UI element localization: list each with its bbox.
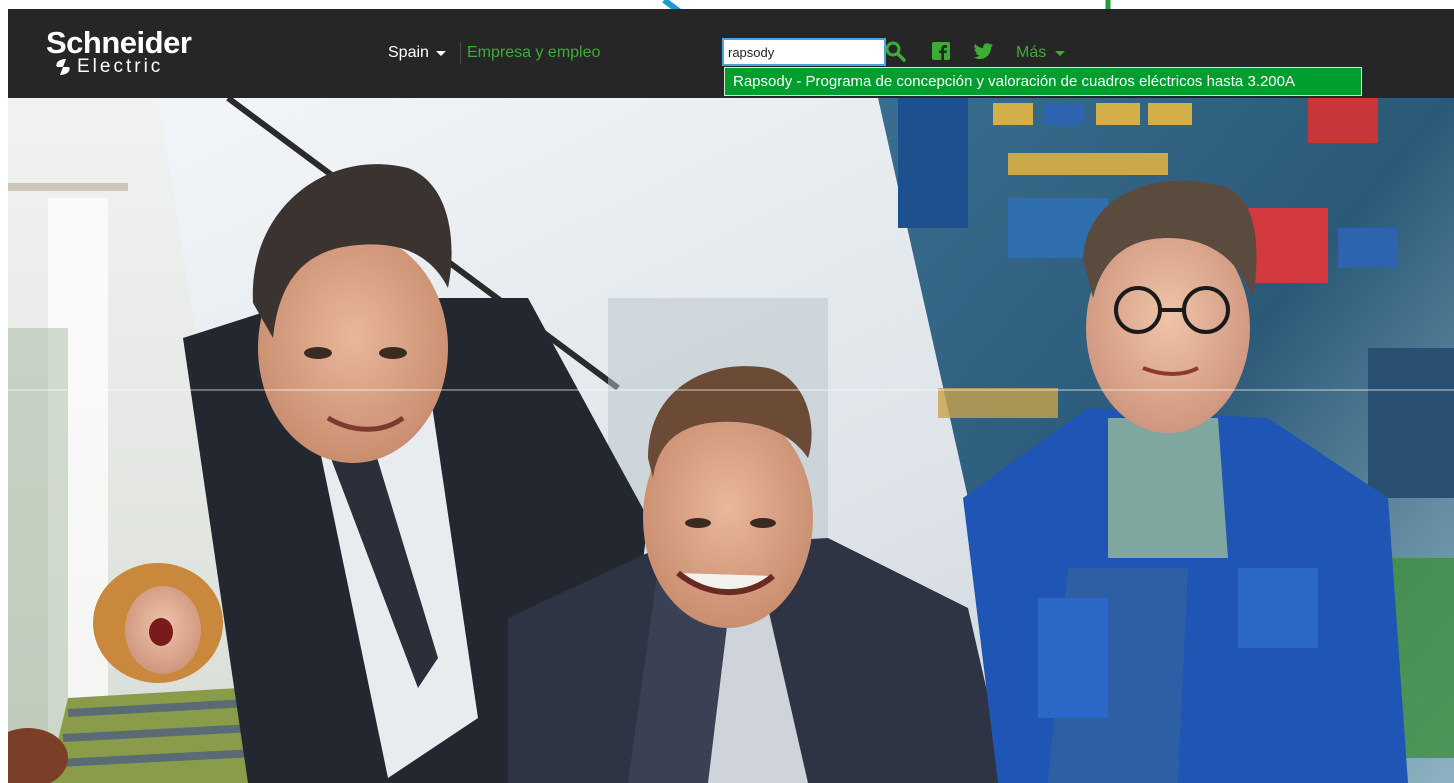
search-icon <box>885 41 906 62</box>
logo-subline: Electric <box>52 57 163 77</box>
twitter-icon <box>974 43 993 59</box>
logo-wordmark: Schneider <box>46 25 192 60</box>
site-header: Schneider Electric Spain Empresa y emple… <box>8 9 1454 98</box>
hero-banner <box>8 98 1454 783</box>
business-employment-link[interactable]: Empresa y empleo <box>467 44 600 62</box>
hero-photo <box>8 98 1454 783</box>
schneider-logo[interactable]: Schneider Electric <box>46 25 192 77</box>
logo-subline-text: Electric <box>77 56 164 77</box>
chevron-down-icon <box>1055 50 1066 56</box>
search-button[interactable] <box>882 38 908 64</box>
chevron-down-icon <box>435 50 446 56</box>
nav-divider <box>460 42 461 64</box>
search-input[interactable] <box>722 38 886 66</box>
facebook-button[interactable] <box>928 38 954 64</box>
more-menu-label: Más <box>1016 44 1047 61</box>
more-menu[interactable]: Más <box>1016 44 1066 62</box>
country-selector[interactable]: Spain <box>388 44 446 62</box>
twitter-button[interactable] <box>971 38 997 64</box>
top-margin <box>0 0 1454 9</box>
facebook-icon <box>932 42 950 60</box>
search-suggestion-item[interactable]: Rapsody - Programa de concepción y valor… <box>724 67 1362 96</box>
country-label: Spain <box>388 44 429 61</box>
logo-glyph-icon <box>52 57 74 77</box>
